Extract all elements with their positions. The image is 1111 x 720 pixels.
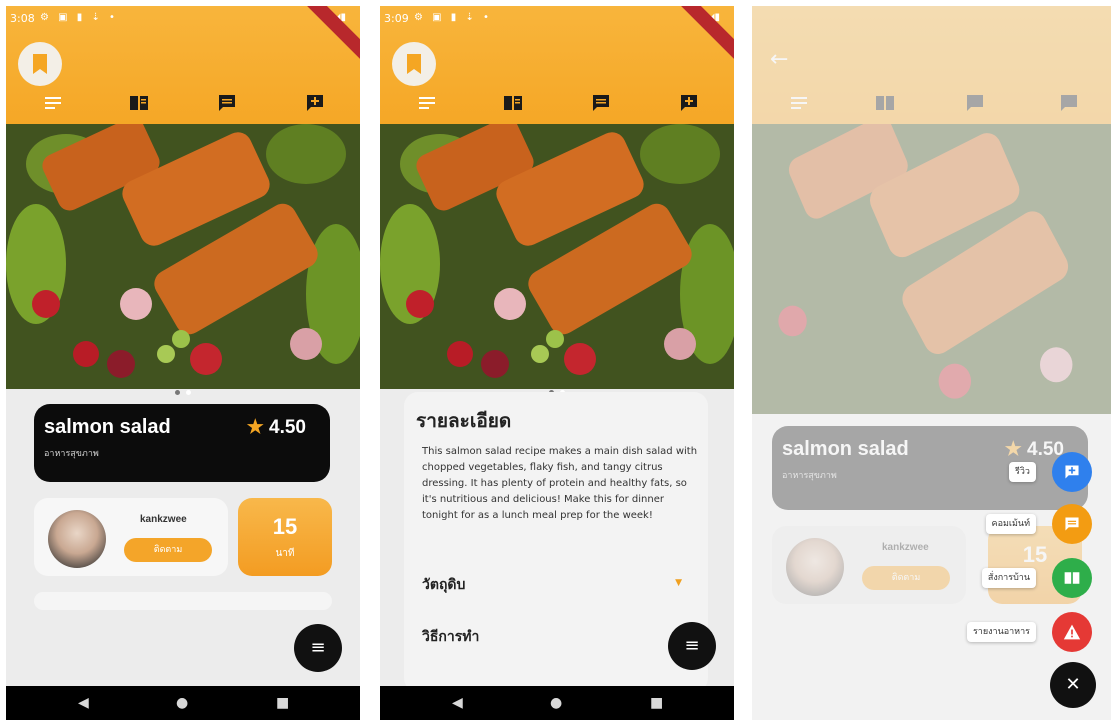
star-icon: ★: [246, 417, 264, 438]
recipe-rating: ★ 4.50: [247, 416, 306, 439]
follow-button[interactable]: ติดตาม: [124, 538, 212, 562]
tab-comment-icon: [964, 92, 986, 114]
tab-comment-icon[interactable]: [216, 92, 238, 114]
nav-recents-icon[interactable]: ■: [276, 694, 289, 712]
cook-time-value: 15: [272, 514, 298, 539]
cook-time-card: 15 นาที: [238, 498, 332, 576]
status-icons: ⚙ ▣ ▮ ⇣ •: [40, 12, 118, 23]
chevron-down-icon: ▼: [675, 578, 682, 588]
tab-recipe-book-icon[interactable]: [502, 92, 524, 114]
bookmark-icon: [33, 54, 47, 74]
system-nav-bar: ◀ ● ■: [6, 686, 360, 720]
tab-bar: [380, 92, 734, 116]
comment-label[interactable]: คอมเม้นท์: [985, 514, 1036, 534]
add-comment-icon: [1065, 465, 1079, 479]
menu-fab[interactable]: ≡: [668, 622, 716, 670]
report-button[interactable]: [1052, 612, 1092, 652]
tab-review-icon: [1058, 92, 1080, 114]
tab-bar: [6, 92, 360, 116]
close-fab[interactable]: ✕: [1050, 662, 1096, 708]
content-placeholder-strip: [34, 592, 332, 610]
menu-icon: ≡: [684, 635, 700, 656]
recipe-title: salmon salad: [44, 416, 171, 438]
nav-back-icon[interactable]: ◀: [452, 694, 463, 712]
details-card: รายละเอียด This salmon salad recipe make…: [404, 392, 708, 692]
report-label[interactable]: รายงานอาหาร: [966, 622, 1036, 642]
screen-recipe-details: 3:09 ⚙ ▣ ▮ ⇣ • ▼◢▮ ←: [380, 6, 734, 720]
recipe-title: salmon salad: [782, 438, 909, 460]
speed-dial-review[interactable]: รีวิว: [932, 452, 1092, 492]
speed-dial-order[interactable]: สั่งการบ้าน: [932, 558, 1092, 598]
recipe-photo: [6, 124, 360, 389]
book-icon: [1064, 572, 1080, 584]
tab-details-icon[interactable]: [416, 92, 438, 114]
author-name: kankzwee: [140, 514, 187, 525]
review-button[interactable]: [1052, 452, 1092, 492]
details-heading: รายละเอียด: [416, 410, 512, 432]
tab-comment-icon[interactable]: [590, 92, 612, 114]
review-label[interactable]: รีวิว: [1009, 462, 1036, 482]
recipe-category: อาหารสุขภาพ: [44, 449, 99, 459]
nav-home-icon[interactable]: ●: [550, 694, 562, 712]
recipe-category: อาหารสุขภาพ: [782, 471, 837, 481]
status-icons: ⚙ ▣ ▮ ⇣ •: [414, 12, 492, 23]
menu-icon: ≡: [310, 637, 326, 658]
screen-speed-dial-open: ← salmon salad อาหารสุขภาพ ★ 4.50 kankzw…: [752, 6, 1111, 720]
nav-home-icon[interactable]: ●: [176, 694, 188, 712]
recipe-title-card: salmon salad อาหารสุขภาพ ★ 4.50: [34, 404, 330, 482]
carousel-dot: [175, 390, 180, 395]
app-bar: ←: [752, 6, 1111, 124]
carousel-indicator: [6, 380, 360, 399]
back-arrow-icon: ←: [770, 47, 789, 72]
cook-time-unit: นาที: [275, 548, 295, 559]
tab-recipe-book-icon: [874, 92, 896, 114]
bookmark-icon: [407, 54, 421, 74]
speed-dial-report[interactable]: รายงานอาหาร: [912, 612, 1092, 652]
nav-back-icon[interactable]: ◀: [78, 694, 89, 712]
ingredients-label: วัตถุดิบ: [422, 577, 466, 593]
method-accordion[interactable]: วิธีการทำ ▼: [422, 626, 682, 650]
screen-recipe-overview: 3:08 ⚙ ▣ ▮ ⇣ • ▼◢▮ ←: [6, 6, 360, 720]
author-card[interactable]: kankzwee ติดตาม: [34, 498, 228, 576]
order-button[interactable]: [1052, 558, 1092, 598]
avatar[interactable]: [48, 510, 106, 568]
avatar: [786, 538, 844, 596]
speed-dial-comment[interactable]: คอมเม้นท์: [932, 504, 1092, 544]
close-icon: ✕: [1065, 674, 1081, 695]
rating-value: 4.50: [269, 417, 306, 438]
recipe-photo: [380, 124, 734, 389]
warning-icon: [1063, 624, 1081, 640]
recipe-photo: [752, 124, 1111, 414]
method-label: วิธีการทำ: [422, 629, 480, 645]
menu-fab[interactable]: ≡: [294, 624, 342, 672]
status-bar: 3:08 ⚙ ▣ ▮ ⇣ • ▼◢▮: [6, 8, 360, 30]
tab-details-icon: [788, 92, 810, 114]
status-time: 3:08: [10, 12, 35, 25]
recipe-description: This salmon salad recipe makes a main di…: [422, 446, 698, 521]
status-bar: 3:09 ⚙ ▣ ▮ ⇣ • ▼◢▮: [380, 8, 734, 30]
status-time: 3:09: [384, 12, 409, 25]
nav-recents-icon[interactable]: ■: [650, 694, 663, 712]
tab-review-icon[interactable]: [678, 92, 700, 114]
tab-bar: [752, 92, 1111, 116]
comment-icon: [1065, 517, 1079, 531]
order-label[interactable]: สั่งการบ้าน: [981, 568, 1036, 588]
tab-details-icon[interactable]: [42, 92, 64, 114]
carousel-dot-active: [186, 390, 191, 395]
tab-review-icon[interactable]: [304, 92, 326, 114]
tab-recipe-book-icon[interactable]: [128, 92, 150, 114]
ingredients-accordion[interactable]: วัตถุดิบ ▼: [422, 574, 682, 598]
bookmark-button[interactable]: [18, 42, 62, 86]
system-nav-bar: ◀ ● ■: [380, 686, 734, 720]
comment-button[interactable]: [1052, 504, 1092, 544]
author-name: kankzwee: [882, 542, 929, 553]
bookmark-button[interactable]: [392, 42, 436, 86]
